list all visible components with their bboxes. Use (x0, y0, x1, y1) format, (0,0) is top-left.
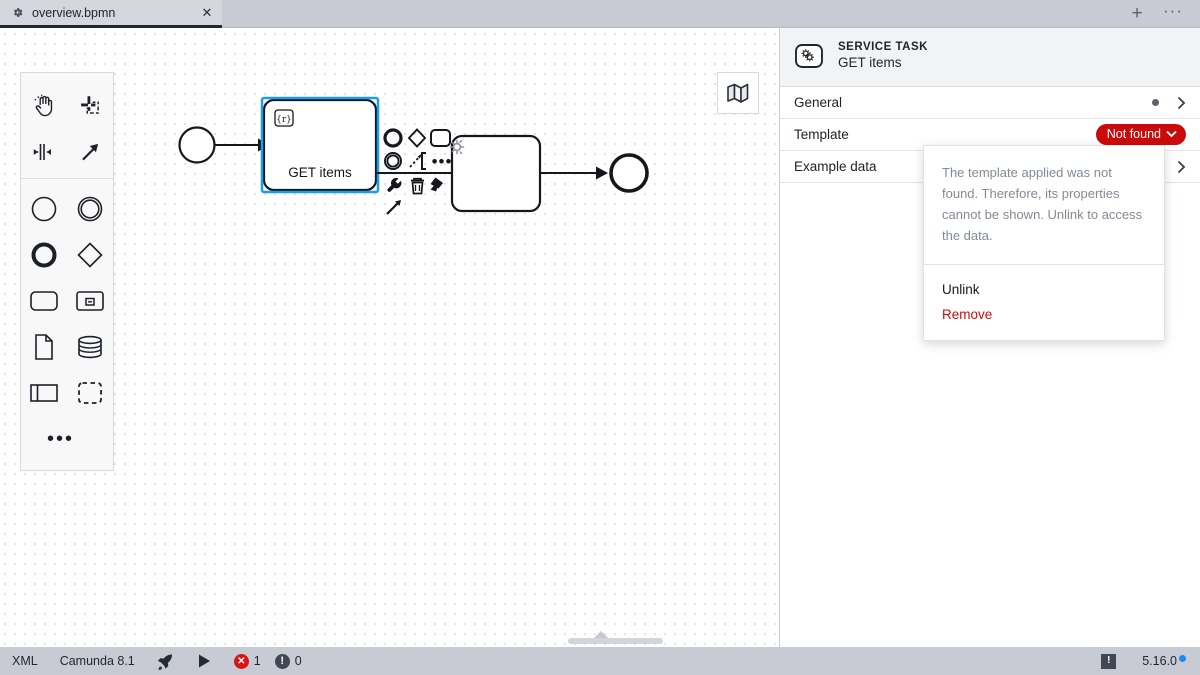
group-template-label: Template (794, 127, 1096, 142)
subprocess-tool-icon[interactable] (67, 278, 113, 324)
append-gateway-icon[interactable] (409, 130, 425, 147)
intermediate-event-tool-icon[interactable] (67, 186, 113, 232)
new-tab-button[interactable]: + (1126, 3, 1148, 25)
run-button[interactable] (197, 653, 212, 669)
gear-icon (10, 6, 24, 20)
template-marker-label: {r} (276, 115, 292, 125)
scroll-marker (594, 631, 608, 638)
append-task-icon[interactable] (431, 130, 450, 146)
participant-tool-icon[interactable] (21, 370, 67, 416)
play-icon (197, 653, 212, 669)
properties-panel-header: SERVICE TASK GET items (780, 28, 1200, 87)
canvas-horizontal-scrollbar[interactable] (0, 635, 780, 645)
data-object-tool-icon[interactable] (21, 324, 67, 370)
scroll-thumb[interactable] (568, 638, 663, 644)
error-icon: ✕ (234, 654, 249, 669)
chevron-right-icon (1177, 160, 1186, 174)
update-available-dot (1179, 655, 1186, 662)
tab-bar: overview.bpmn ✕ + ··· (0, 0, 1200, 28)
engine-profile-button[interactable]: Camunda 8.1 (60, 654, 135, 668)
delete-icon[interactable] (411, 179, 424, 194)
sequence-flow-3-arrow (596, 167, 608, 180)
version-button[interactable]: 5.16.0 (1142, 654, 1186, 668)
template-not-found-badge[interactable]: Not found (1096, 124, 1186, 145)
error-count-label: 1 (254, 654, 261, 668)
hand-tool-icon[interactable] (21, 83, 67, 129)
task-tool-icon[interactable] (21, 278, 67, 324)
chevron-down-icon (1166, 130, 1177, 138)
engine-label: Camunda 8.1 (60, 654, 135, 668)
start-event-tool-icon[interactable] (21, 186, 67, 232)
notifications-icon[interactable]: ! (1101, 654, 1116, 669)
set-color-icon[interactable] (431, 178, 444, 192)
template-popup-actions: Unlink Remove (924, 265, 1164, 340)
group-general-status-dot (1152, 99, 1159, 106)
properties-panel: SERVICE TASK GET items General Template … (780, 28, 1200, 647)
properties-panel-title-block: SERVICE TASK GET items (838, 40, 928, 72)
bpmn-palette[interactable]: ••• (20, 72, 114, 471)
deploy-button[interactable] (157, 652, 175, 670)
status-bar: XML Camunda 8.1 ✕ 1 ! 0 ! 5.16.0 (0, 647, 1200, 675)
tab-overview-bpmn[interactable]: overview.bpmn ✕ (0, 0, 222, 28)
global-connect-tool-icon[interactable] (67, 129, 113, 175)
unlink-template-button[interactable]: Unlink (924, 277, 1164, 302)
palette-more-icon[interactable]: ••• (21, 416, 113, 462)
chevron-right-icon (1177, 96, 1186, 110)
service-task-label: GET items (288, 165, 352, 180)
xml-label: XML (12, 654, 38, 668)
group-tool-icon[interactable] (67, 370, 113, 416)
lasso-tool-icon[interactable] (67, 83, 113, 129)
palette-divider (21, 178, 113, 179)
wrench-icon[interactable] (387, 178, 401, 192)
close-icon[interactable]: ✕ (198, 4, 216, 22)
tab-bar-actions: + ··· (1126, 0, 1200, 27)
group-general-label: General (794, 95, 1152, 110)
service-task-icon (794, 41, 824, 71)
connect-icon[interactable] (410, 155, 421, 167)
minimap-toggle-button[interactable] (717, 72, 759, 114)
main-area: {r} GET items (0, 28, 1200, 647)
append-end-event-icon[interactable] (385, 130, 401, 146)
append-text-annotation-icon[interactable] (422, 153, 426, 169)
task-unnamed[interactable] (452, 136, 540, 211)
tab-bar-spacer (222, 0, 1126, 27)
template-popup-message: The template applied was not found. Ther… (924, 146, 1164, 265)
gateway-tool-icon[interactable] (67, 232, 113, 278)
end-event-tool-icon[interactable] (21, 232, 67, 278)
start-event-shape[interactable] (180, 128, 215, 163)
xml-toggle-button[interactable]: XML (12, 654, 38, 668)
connect-arrow-icon[interactable] (387, 200, 401, 214)
rocket-icon (157, 652, 175, 670)
bpmn-diagram: {r} GET items (0, 28, 780, 647)
template-not-found-popup: The template applied was not found. Ther… (923, 145, 1165, 341)
space-tool-icon[interactable] (21, 129, 67, 175)
remove-template-button[interactable]: Remove (924, 302, 1164, 327)
warning-count-label: 0 (295, 654, 302, 668)
end-event-shape[interactable] (611, 155, 647, 191)
warning-icon: ! (275, 654, 290, 669)
map-icon (726, 82, 750, 104)
error-count-item[interactable]: ✕ 1 ! 0 (234, 654, 302, 669)
template-not-found-label: Not found (1107, 127, 1161, 141)
version-label: 5.16.0 (1142, 654, 1177, 668)
element-name-label: GET items (838, 55, 928, 72)
element-type-label: SERVICE TASK (838, 40, 928, 54)
more-options-icon[interactable]: ••• (432, 152, 453, 171)
group-general[interactable]: General (780, 87, 1200, 119)
bpmn-canvas[interactable]: {r} GET items (0, 28, 780, 647)
tab-label: overview.bpmn (32, 6, 198, 20)
data-store-tool-icon[interactable] (67, 324, 113, 370)
more-menu-icon[interactable]: ··· (1162, 3, 1184, 25)
